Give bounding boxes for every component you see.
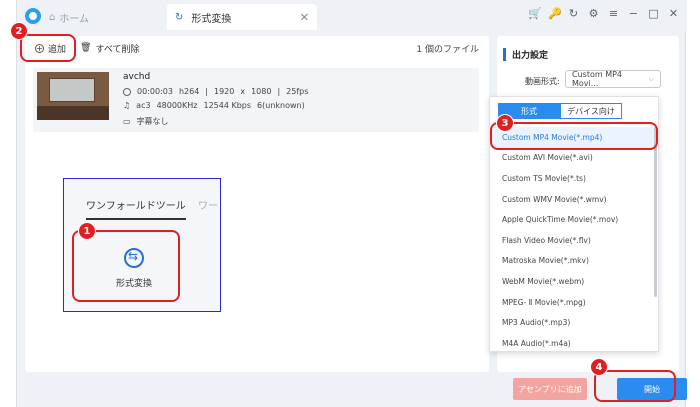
file-item[interactable]: avchd 00:00:03 h264 | 1920 x 1080 | 25fp… [33,68,479,132]
tab-close-icon[interactable]: ✕ [300,11,309,24]
menu-icon[interactable]: ≡ [608,8,619,19]
format-option[interactable]: Custom WMV Movie(*.wmv) [490,189,654,210]
add-to-assembly-button[interactable]: アセンブリに追加 [513,378,587,400]
cart-icon[interactable]: 🛒 [528,8,542,19]
audio-meta: ♫ ac3 48000KHz 12544 Kbps 6(unknown) [123,101,305,110]
key-icon[interactable]: 🔑 [548,8,562,19]
format-option[interactable]: Custom AVI Movie(*.avi) [490,148,654,169]
annotation-box-2 [20,34,76,62]
annotation-box-3 [490,122,658,150]
window-controls: 🛒 🔑 ↻ ⚙ ≡ − □ ✕ [528,8,679,19]
trash-icon: 🗑 [80,43,92,53]
tab-home-label: ホーム [59,13,90,25]
dropdown-scrollbar[interactable] [654,127,657,297]
annotation-badge-3: 3 [496,114,514,132]
convert-tab-icon: ↻ [175,11,184,23]
file-name: avchd [123,72,151,82]
close-icon[interactable]: ✕ [668,8,679,19]
refresh-icon[interactable]: ↻ [568,8,579,19]
tab-device[interactable]: デバイス向け [560,103,622,119]
format-option[interactable]: WebM Movie(*.webm) [490,271,654,292]
chevron-down-icon: ⌵ [648,74,654,83]
file-toolbar: + 追加 🗑 すべて削除 1 個のファイル [25,36,489,60]
format-list: Custom MP4 Movie(*.mp4) Custom AVI Movie… [490,127,654,354]
tab-one-fold-tools[interactable]: ワンフォールドツール [86,197,186,220]
settings-icon[interactable]: ⚙ [588,8,599,19]
annotation-box-1 [72,230,180,302]
file-list-panel: + 追加 🗑 すべて削除 1 個のファイル avchd 00:00:03 h26… [25,36,489,372]
maximize-icon[interactable]: □ [648,8,659,19]
tab-home[interactable]: ⌂ ホーム [49,8,89,26]
delete-all-label: すべて削除 [95,44,140,55]
format-option[interactable]: MP3 Audio(*.mp3) [490,312,654,333]
annotation-badge-2: 2 [10,22,28,40]
tab-format-convert[interactable]: ↻ 形式変換 ✕ [167,4,317,30]
format-option[interactable]: M4A Audio(*.m4a) [490,333,654,354]
subtitle-icon: ▭ [123,117,131,126]
subtitle-meta[interactable]: ▭ 字幕なし [123,116,169,127]
tab-format-convert-label: 形式変換 [191,13,232,25]
format-dropdown-tabs: 形式 デバイス向け [498,103,622,119]
video-info-icon [123,87,131,96]
tab-more-tools[interactable]: ワー [198,197,220,212]
annotation-badge-1: 1 [78,222,96,240]
format-option[interactable]: Apple QuickTime Movie(*.mov) [490,209,654,230]
file-count: 1 個のファイル [416,44,479,55]
format-option[interactable]: MPEG- Ⅱ Movie(*.mpg) [490,292,654,313]
app-logo-icon [25,8,41,24]
home-icon: ⌂ [49,11,56,23]
output-settings-title: 出力設定 [503,48,548,61]
format-option[interactable]: Matroska Movie(*.mkv) [490,251,654,272]
annotation-box-4 [594,370,676,402]
annotation-badge-4: 4 [590,358,608,376]
music-icon: ♫ [123,101,131,110]
delete-all-button[interactable]: 🗑 すべて削除 [80,42,139,55]
video-meta: 00:00:03 h264 | 1920 x 1080 | 25fps [123,87,308,96]
video-format-label: 動画形式: [525,77,560,86]
video-format-select[interactable]: Custom MP4 Movi... ⌵ [565,70,661,88]
title-bar: ⌂ ホーム ↻ 形式変換 ✕ 🛒 🔑 ↻ ⚙ ≡ − □ ✕ [17,0,687,32]
format-option[interactable]: Custom TS Movie(*.ts) [490,168,654,189]
minimize-icon[interactable]: − [628,8,639,19]
format-option[interactable]: Flash Video Movie(*.flv) [490,230,654,251]
video-thumbnail [37,72,109,120]
